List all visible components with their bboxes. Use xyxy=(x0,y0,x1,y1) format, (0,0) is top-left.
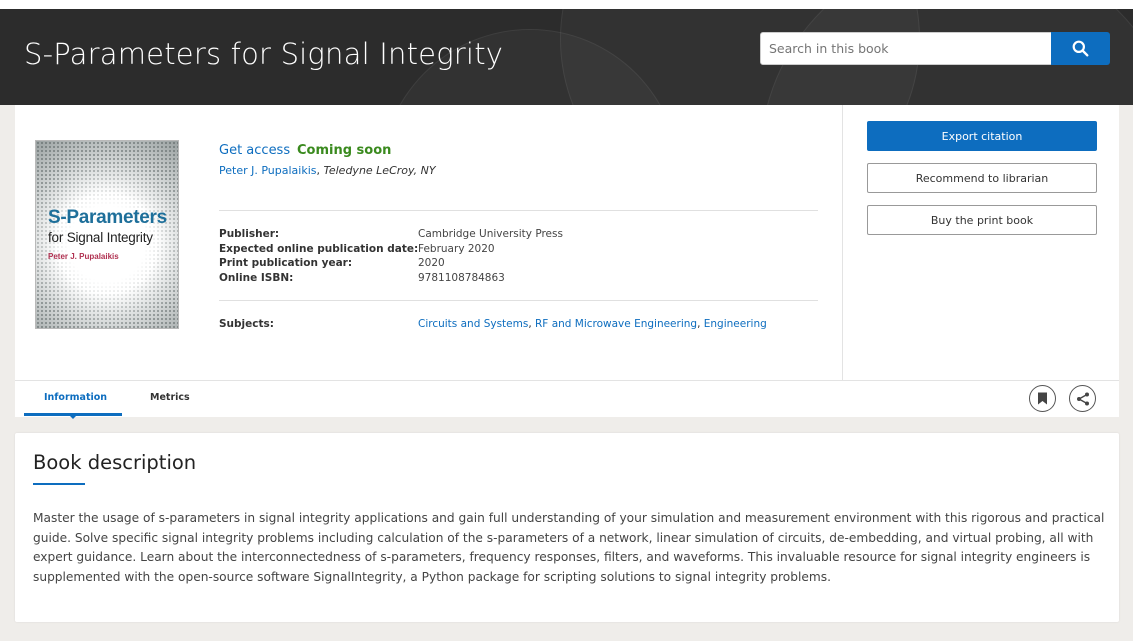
top-strip xyxy=(0,0,1133,9)
recommend-librarian-button[interactable]: Recommend to librarian xyxy=(867,163,1097,193)
heading-underline xyxy=(33,483,85,485)
subjects-label: Subjects: xyxy=(219,318,274,330)
share-icon xyxy=(1076,392,1089,405)
active-tab-caret xyxy=(68,414,78,419)
isbn-label: Online ISBN: xyxy=(219,272,294,284)
isbn-value: 9781108784863 xyxy=(418,272,505,284)
subject-link[interactable]: RF and Microwave Engineering xyxy=(535,318,697,330)
search-icon xyxy=(1072,40,1089,57)
vertical-divider xyxy=(842,105,843,380)
publisher-label: Publisher: xyxy=(219,228,280,240)
online-date-value: February 2020 xyxy=(418,243,495,255)
tabs-divider xyxy=(15,380,1119,381)
export-citation-button[interactable]: Export citation xyxy=(867,121,1097,151)
publisher-value: Cambridge University Press xyxy=(418,228,563,240)
author-affiliation: Teledyne LeCroy, NY xyxy=(323,164,436,177)
divider xyxy=(219,210,818,211)
availability-status: Coming soon xyxy=(297,143,392,158)
book-cover: S-Parameters for Signal Integrity Peter … xyxy=(35,140,179,329)
book-details-card xyxy=(15,105,1119,417)
online-date-label: Expected online publication date: xyxy=(219,243,419,255)
cover-subtitle: for Signal Integrity xyxy=(48,230,153,245)
subject-link[interactable]: Circuits and Systems xyxy=(418,318,528,330)
description-body: Master the usage of s-parameters in sign… xyxy=(33,511,1105,584)
subjects-list: Circuits and Systems, RF and Microwave E… xyxy=(418,318,767,330)
bookmark-button[interactable] xyxy=(1029,385,1056,412)
share-button[interactable] xyxy=(1069,385,1096,412)
cover-title: S-Parameters xyxy=(48,207,167,228)
search-button[interactable] xyxy=(1051,32,1110,65)
tab-information[interactable]: Information xyxy=(44,392,107,403)
author-line: Peter J. Pupalaikis, Teledyne LeCroy, NY xyxy=(219,164,436,177)
print-year-label: Print publication year: xyxy=(219,257,353,269)
subject-link[interactable]: Engineering xyxy=(704,318,767,330)
cover-author: Peter J. Pupalaikis xyxy=(48,252,119,261)
book-title: S-Parameters for Signal Integrity xyxy=(24,37,504,71)
get-access-link[interactable]: Get access xyxy=(219,143,290,158)
tab-metrics[interactable]: Metrics xyxy=(150,392,190,403)
print-year-value: 2020 xyxy=(418,257,445,269)
search-input[interactable] xyxy=(760,32,1052,65)
subject-separator: , xyxy=(697,318,704,330)
author-link[interactable]: Peter J. Pupalaikis xyxy=(219,164,317,177)
bookmark-icon xyxy=(1038,392,1047,405)
divider xyxy=(219,300,818,301)
subject-separator: , xyxy=(528,318,536,330)
author-separator: , xyxy=(316,164,324,177)
buy-print-book-button[interactable]: Buy the print book xyxy=(867,205,1097,235)
description-heading: Book description xyxy=(33,451,197,474)
